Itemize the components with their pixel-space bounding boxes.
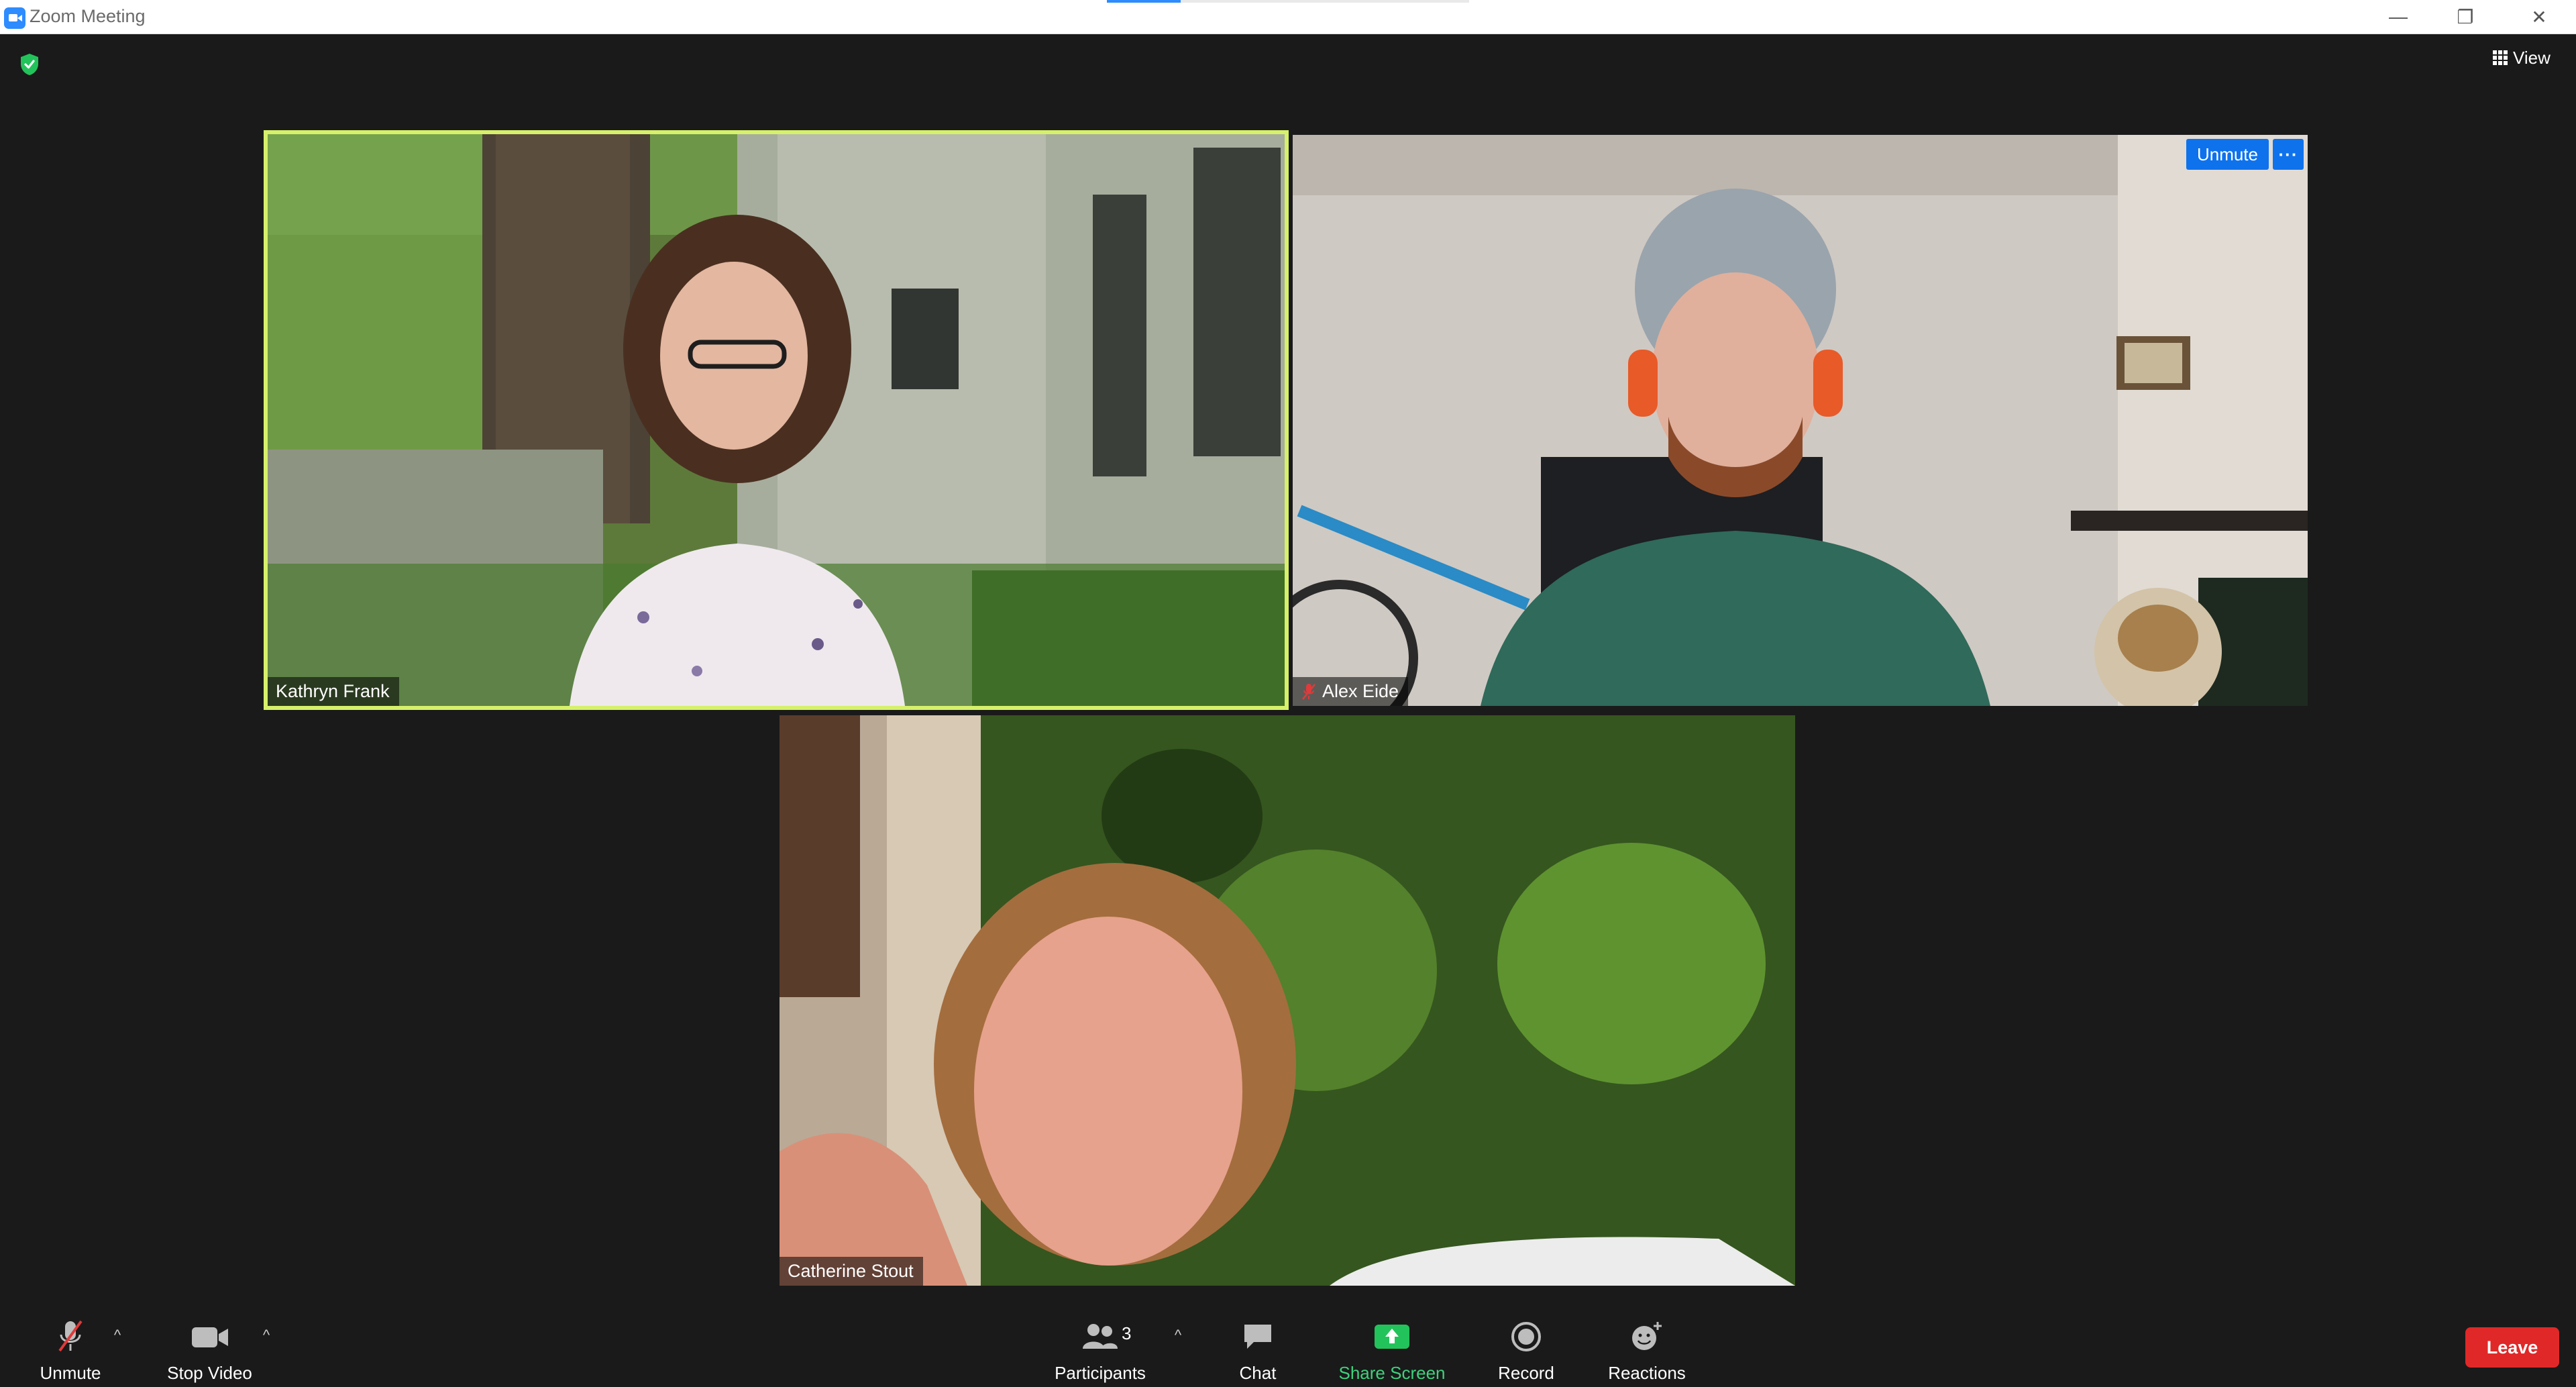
participants-label: Participants <box>1055 1363 1146 1383</box>
participant-name: Catherine Stout <box>788 1261 914 1281</box>
video-feed <box>268 134 1285 706</box>
record-button[interactable]: Record <box>1483 1300 1570 1387</box>
share-screen-icon <box>1375 1325 1409 1349</box>
reactions-label: Reactions <box>1608 1363 1686 1383</box>
unmute-button[interactable]: Unmute <box>27 1300 114 1387</box>
share-screen-label: Share Screen <box>1338 1363 1446 1383</box>
zoom-logo-icon <box>4 7 25 29</box>
share-screen-button[interactable]: Share Screen <box>1332 1300 1452 1387</box>
camera-icon <box>191 1327 228 1347</box>
view-label: View <box>2513 47 2551 68</box>
shield-check-icon[interactable] <box>19 52 40 76</box>
more-options-button[interactable]: ··· <box>2273 139 2304 170</box>
title-progress <box>1107 0 1469 3</box>
unmute-participant-button[interactable]: Unmute <box>2186 139 2269 170</box>
restore-button[interactable]: ❐ <box>2432 0 2499 34</box>
muted-mic-icon <box>58 1320 83 1352</box>
record-icon <box>1511 1322 1541 1351</box>
participants-button[interactable]: Participants <box>1043 1300 1157 1387</box>
participant-name: Alex Eide <box>1322 681 1399 701</box>
grid-view-icon <box>2493 50 2508 65</box>
name-tag: Catherine Stout <box>780 1257 923 1286</box>
name-tag: Alex Eide <box>1293 677 1409 706</box>
participants-options-caret[interactable]: ^ <box>1168 1327 1188 1344</box>
reactions-icon <box>1632 1322 1662 1350</box>
video-tile-alex[interactable]: Unmute ··· Alex Eide <box>1293 135 2308 706</box>
video-feed <box>1293 135 2308 706</box>
stop-video-button[interactable]: Stop Video <box>158 1300 262 1387</box>
record-label: Record <box>1498 1363 1554 1383</box>
video-options-caret[interactable]: ^ <box>256 1327 276 1344</box>
chat-icon <box>1244 1325 1271 1349</box>
chat-label: Chat <box>1239 1363 1277 1383</box>
unmute-label: Unmute <box>40 1363 101 1383</box>
video-tile-kathryn[interactable]: Kathryn Frank <box>264 130 1289 710</box>
reactions-button[interactable]: Reactions <box>1597 1300 1697 1387</box>
close-button[interactable]: ✕ <box>2506 0 2573 34</box>
participants-icon <box>1083 1324 1118 1349</box>
chat-button[interactable]: Chat <box>1214 1300 1301 1387</box>
participant-name: Kathryn Frank <box>276 681 390 701</box>
muted-mic-icon <box>1302 683 1316 700</box>
window-title: Zoom Meeting <box>30 6 146 26</box>
view-button[interactable]: View <box>2482 43 2561 72</box>
leave-button[interactable]: Leave <box>2465 1327 2559 1368</box>
audio-options-caret[interactable]: ^ <box>107 1327 127 1344</box>
participants-count: 3 <box>1122 1323 1132 1343</box>
video-tile-catherine[interactable]: Catherine Stout <box>780 715 1795 1286</box>
name-tag: Kathryn Frank <box>268 677 399 706</box>
title-bar: Zoom Meeting — ❐ ✕ <box>0 0 2576 34</box>
stop-video-label: Stop Video <box>167 1363 252 1383</box>
minimize-button[interactable]: — <box>2365 0 2432 34</box>
video-feed <box>780 715 1795 1286</box>
